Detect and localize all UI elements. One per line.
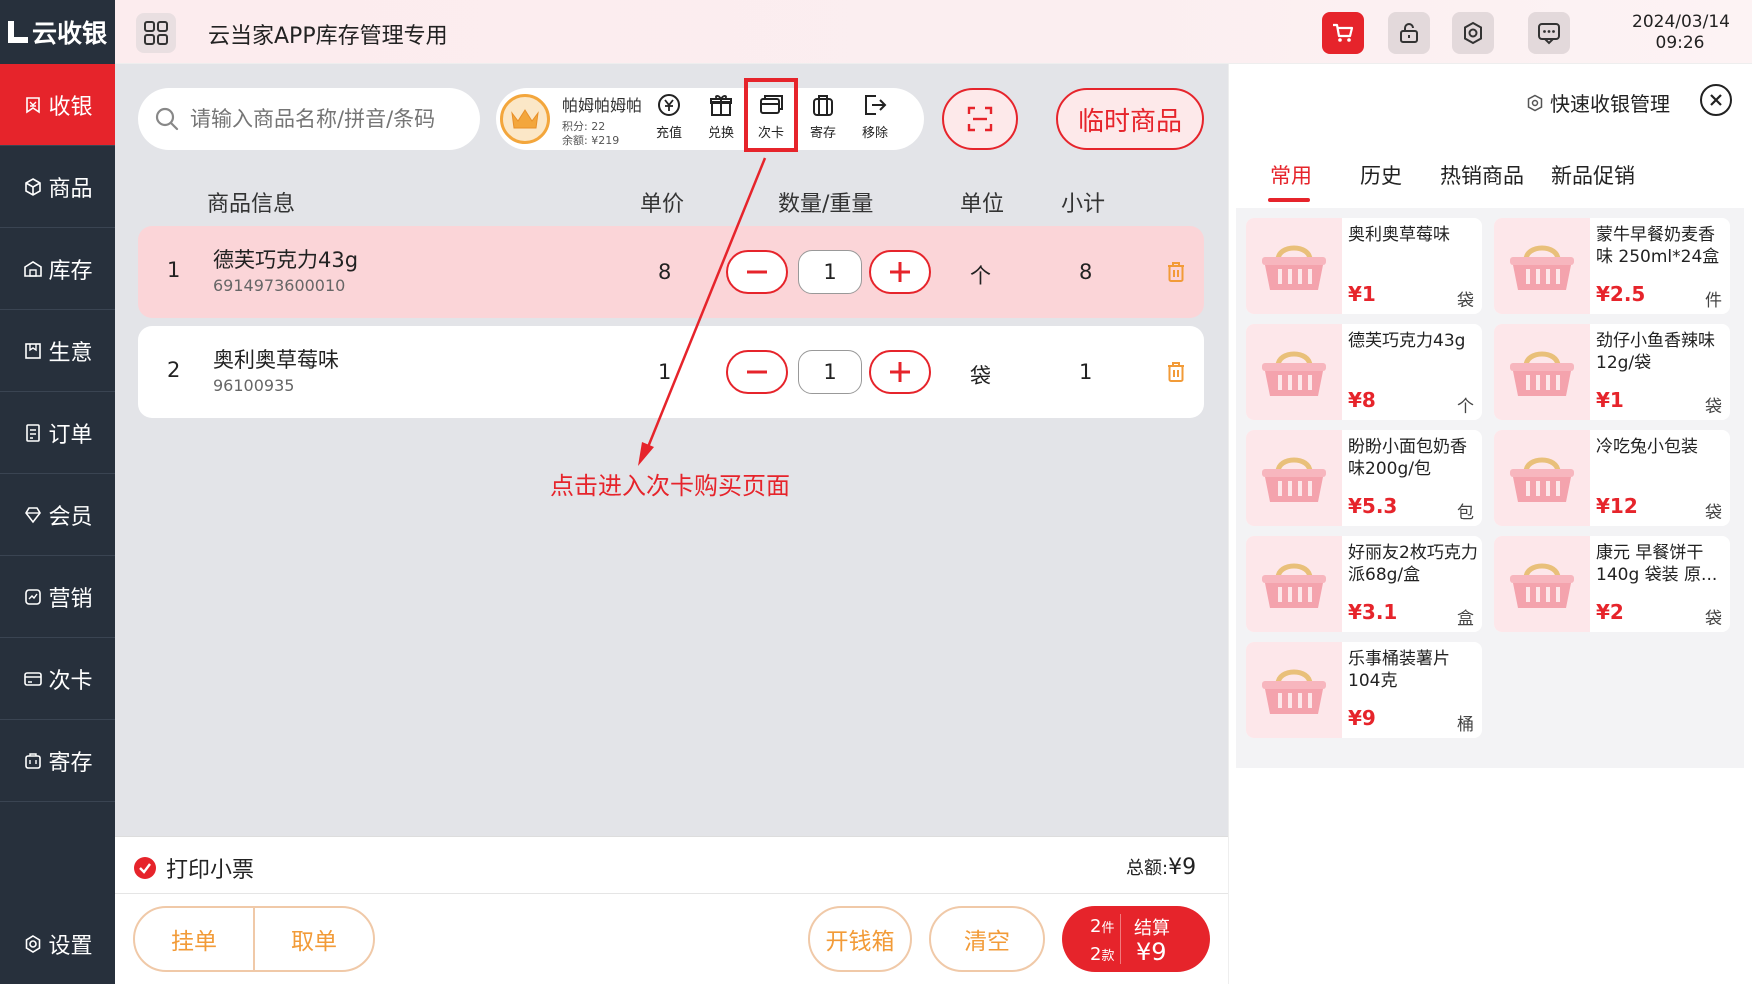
- product-card-name: 乐事桶装薯片104克: [1348, 649, 1450, 691]
- items-count: 2件: [1090, 916, 1115, 937]
- clear-button[interactable]: 清空: [929, 906, 1045, 972]
- basket-icon: [1494, 218, 1590, 314]
- product-card[interactable]: 奥利奥草莓味 ¥1 袋: [1246, 218, 1482, 314]
- quick-manage-link[interactable]: 快速收银管理: [1526, 88, 1670, 117]
- product-card-name: 好丽友2枚巧克力派68g/盒: [1348, 543, 1478, 585]
- gear-icon: [1527, 94, 1543, 111]
- close-panel-button[interactable]: [1700, 84, 1732, 116]
- kinds-count: 2款: [1090, 944, 1115, 965]
- product-card-unit: 个: [1457, 397, 1474, 417]
- basket-icon: [1246, 324, 1342, 420]
- product-card-price: ¥2.5: [1596, 282, 1646, 306]
- retrieve-order-button[interactable]: 取单: [255, 906, 373, 972]
- product-card[interactable]: 劲仔小鱼香辣味12g/袋 ¥1 袋: [1494, 324, 1730, 420]
- product-card[interactable]: 冷吃兔小包装 ¥12 袋: [1494, 430, 1730, 526]
- basket-icon: [1494, 324, 1590, 420]
- close-icon: [1710, 94, 1722, 106]
- tab-indicator: [1268, 198, 1310, 202]
- tab-hot-sales[interactable]: 热销商品: [1440, 160, 1524, 190]
- product-card[interactable]: 蒙牛早餐奶麦香味 250ml*24盒 ¥2.5 件: [1494, 218, 1730, 314]
- product-card-price: ¥8: [1348, 388, 1376, 412]
- basket-icon: [1246, 430, 1342, 526]
- product-card-name: 劲仔小鱼香辣味12g/袋: [1596, 331, 1715, 373]
- product-card-unit: 袋: [1705, 609, 1722, 629]
- check-icon: [134, 857, 156, 879]
- product-card-price: ¥9: [1348, 706, 1376, 730]
- checkout-amount: ¥9: [1136, 938, 1167, 966]
- total-amount: 总额:¥9: [1126, 855, 1197, 880]
- product-card-name: 德芙巧克力43g: [1348, 331, 1466, 351]
- annotation-text: 点击进入次卡购买页面: [550, 472, 790, 500]
- product-card-price: ¥1: [1348, 282, 1376, 306]
- product-card[interactable]: 康元 早餐饼干140g 袋装 原... ¥2 袋: [1494, 536, 1730, 632]
- product-card-name: 蒙牛早餐奶麦香味 250ml*24盒: [1596, 225, 1720, 267]
- print-receipt-toggle[interactable]: 打印小票: [134, 852, 254, 884]
- product-card-price: ¥5.3: [1348, 494, 1398, 518]
- tab-history[interactable]: 历史: [1360, 160, 1402, 190]
- tab-new-promo[interactable]: 新品促销: [1551, 160, 1635, 190]
- product-card-price: ¥12: [1596, 494, 1638, 518]
- product-card-unit: 包: [1457, 503, 1474, 523]
- product-card[interactable]: 盼盼小面包奶香味200g/包 ¥5.3 包: [1246, 430, 1482, 526]
- footer-divider: [115, 893, 1228, 894]
- arrow-head-icon: [638, 442, 654, 466]
- product-card[interactable]: 好丽友2枚巧克力派68g/盒 ¥3.1 盒: [1246, 536, 1482, 632]
- checkout-button[interactable]: 2件 2款 结算 ¥9: [1062, 906, 1210, 972]
- product-card-price: ¥1: [1596, 388, 1624, 412]
- product-card-unit: 袋: [1457, 291, 1474, 311]
- product-card-price: ¥2: [1596, 600, 1624, 624]
- basket-icon: [1246, 536, 1342, 632]
- tab-common[interactable]: 常用: [1270, 160, 1312, 190]
- cash-drawer-button[interactable]: 开钱箱: [808, 906, 912, 972]
- product-card-name: 冷吃兔小包装: [1596, 437, 1698, 457]
- basket-icon: [1246, 218, 1342, 314]
- product-card-unit: 件: [1705, 291, 1722, 311]
- product-card[interactable]: 乐事桶装薯片104克 ¥9 桶: [1246, 642, 1482, 738]
- product-card-name: 康元 早餐饼干140g 袋装 原...: [1596, 543, 1718, 585]
- product-card-unit: 桶: [1457, 715, 1474, 735]
- checkout-label: 结算: [1134, 918, 1170, 939]
- product-card-unit: 袋: [1705, 397, 1722, 417]
- product-card-unit: 盒: [1457, 609, 1474, 629]
- basket-icon: [1494, 430, 1590, 526]
- product-card-price: ¥3.1: [1348, 600, 1398, 624]
- basket-icon: [1246, 642, 1342, 738]
- hang-order-button[interactable]: 挂单: [135, 906, 253, 972]
- product-card-name: 奥利奥草莓味: [1348, 225, 1450, 245]
- product-card[interactable]: 德芙巧克力43g ¥8 个: [1246, 324, 1482, 420]
- product-card-unit: 袋: [1705, 503, 1722, 523]
- basket-icon: [1494, 536, 1590, 632]
- product-card-name: 盼盼小面包奶香味200g/包: [1348, 437, 1467, 479]
- checkout-divider: [1120, 914, 1121, 964]
